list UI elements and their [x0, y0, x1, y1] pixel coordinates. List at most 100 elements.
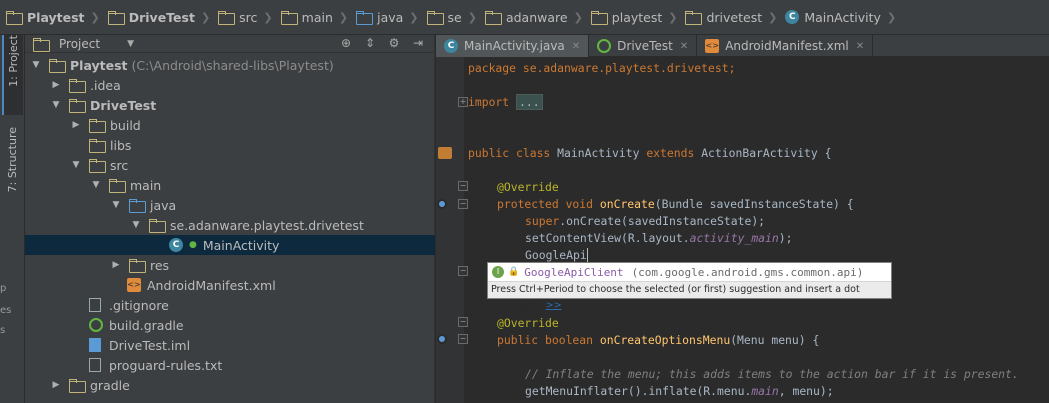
text-cursor — [586, 248, 588, 262]
chevron-down-icon[interactable]: ▼ — [127, 39, 134, 49]
override-method-icon[interactable] — [437, 199, 447, 209]
code-line: package se.adanware.playtest.drivetest; — [468, 60, 735, 77]
code-line: public boolean onCreateOptionsMenu(Menu … — [497, 333, 820, 347]
close-icon[interactable]: ✕ — [572, 41, 580, 52]
breadcrumb-playtest-pkg[interactable]: playtest ❯ — [590, 7, 686, 27]
folder-icon — [69, 79, 86, 93]
tree-item-build[interactable]: ▶ build — [25, 115, 435, 135]
breadcrumb-drivetest-pkg[interactable]: drivetest ❯ — [685, 7, 785, 27]
tree-item-idea[interactable]: ▶ .idea — [25, 75, 435, 95]
code-text: package se.adanware.playtest.drivetest; — [468, 61, 736, 75]
folder-icon — [89, 139, 106, 153]
breadcrumb-java[interactable]: java ❯ — [356, 7, 426, 27]
gradle-icon — [597, 39, 612, 53]
tree-item-gradle[interactable]: ▶ gradle — [25, 375, 435, 395]
tree-item-mainactivity[interactable]: C ● MainActivity — [25, 235, 435, 255]
breadcrumb-playtest[interactable]: Playtest ❯ — [6, 7, 108, 27]
breadcrumb-drivetest[interactable]: DriveTest ❯ — [107, 7, 218, 27]
tab-mainactivity-java[interactable]: C MainActivity.java ✕ — [436, 35, 590, 57]
expanded-arrow-icon[interactable]: ▼ — [89, 180, 103, 190]
tree-item-manifest[interactable]: <> AndroidManifest.xml — [25, 275, 435, 295]
tree-item-libs[interactable]: libs — [25, 135, 435, 155]
project-view-selector[interactable]: Project — [59, 37, 100, 51]
tree-item-proguard[interactable]: proguard-rules.txt — [25, 355, 435, 375]
lock-icon: 🔒 — [508, 267, 520, 277]
tree-item-root[interactable]: ▼ Playtest (C:\Android\shared-libs\Playte… — [25, 55, 435, 75]
module-file-icon — [89, 338, 101, 352]
editor-gutter — [436, 57, 464, 403]
tree-item-main[interactable]: ▼ main — [25, 175, 435, 195]
package-icon — [484, 11, 502, 25]
tree-item-src[interactable]: ▼ src — [25, 155, 435, 175]
tab-drivetest[interactable]: DriveTest ✕ — [589, 35, 698, 57]
breadcrumb-mainactivity[interactable]: C MainActivity ❯ — [785, 7, 904, 27]
tree-item-res[interactable]: ▶ res — [25, 255, 435, 275]
editor-tab-bar: C MainActivity.java ✕ DriveTest ✕ <> Android… — [436, 35, 1049, 57]
folder-icon — [109, 179, 126, 193]
expanded-arrow-icon[interactable]: ▼ — [49, 100, 63, 110]
code-editor[interactable]: package se.adanware.playtest.drivetest; … — [464, 57, 1049, 403]
breadcrumb-adanware[interactable]: adanware ❯ — [484, 7, 591, 27]
code-line: @Override — [497, 316, 559, 330]
tree-item-iml[interactable]: DriveTest.iml — [25, 335, 435, 355]
project-panel-header: Project ▼ ⊕ ⇕ ⚙ ⇥ — [25, 35, 434, 53]
text-file-icon — [89, 358, 101, 372]
expanded-arrow-icon[interactable]: ▼ — [69, 160, 83, 170]
close-icon[interactable]: ✕ — [856, 41, 864, 52]
code-line: public class MainActivity extends Action… — [468, 146, 832, 160]
breadcrumb-main[interactable]: main ❯ — [280, 7, 356, 27]
chevron-right-icon: ❯ — [886, 10, 897, 24]
expanded-arrow-icon[interactable]: ▼ — [109, 200, 123, 210]
collapsed-arrow-icon[interactable]: ▶ — [49, 80, 63, 90]
tree-item-java[interactable]: ▼ java — [25, 195, 435, 215]
completion-item[interactable]: I 🔒 GoogleApiClient (com.google.android.… — [488, 263, 891, 282]
breadcrumb-se[interactable]: se ❯ — [426, 7, 485, 27]
tab-androidmanifest[interactable]: <> AndroidManifest.xml ✕ — [697, 35, 874, 57]
tree-item-package[interactable]: ▼ se.adanware.playtest.drivetest — [25, 215, 435, 235]
completion-hint: Press Ctrl+Period to choose the selected… — [491, 284, 860, 311]
breadcrumb-src[interactable]: src ❯ — [218, 7, 280, 27]
chevron-right-icon: ❯ — [467, 10, 477, 24]
folded-imports[interactable]: ... — [516, 94, 543, 110]
project-tree: ▼ Playtest (C:\Android\shared-libs\Playte… — [25, 55, 435, 395]
project-view-icon — [33, 37, 50, 52]
collapsed-arrow-icon[interactable]: ▶ — [109, 260, 123, 270]
class-icon: C — [444, 39, 458, 53]
expanded-arrow-icon[interactable]: ▼ — [129, 220, 143, 230]
tree-item-gitignore[interactable]: .gitignore — [25, 295, 435, 315]
chevron-right-icon: ❯ — [90, 10, 100, 24]
package-icon — [590, 11, 608, 25]
tree-item-drivetest[interactable]: ▼ DriveTest — [25, 95, 435, 115]
activity-class-icon[interactable] — [438, 147, 452, 159]
package-icon — [685, 11, 703, 25]
class-icon: C — [785, 10, 800, 24]
chevron-right-icon: ❯ — [768, 10, 778, 24]
chevron-right-icon: ❯ — [338, 10, 349, 24]
tree-item-build-gradle[interactable]: build.gradle — [25, 315, 435, 335]
override-method-icon[interactable] — [437, 334, 447, 344]
scroll-from-source-icon[interactable]: ⊕ — [338, 36, 354, 50]
package-icon — [149, 219, 166, 233]
resource-folder-icon — [129, 259, 146, 273]
folder-icon — [107, 11, 125, 25]
structure-tool-tab[interactable]: 7: Structure — [2, 127, 23, 207]
navigation-bar: Playtest ❯ DriveTest ❯ src ❯ main ❯ java ❯ se… — [0, 0, 1049, 35]
project-tool-tab[interactable]: 1: Project — [2, 35, 23, 115]
hide-panel-icon[interactable]: ⇥ — [410, 36, 426, 50]
close-icon[interactable]: ✕ — [680, 41, 688, 52]
folder-icon — [89, 119, 106, 133]
code-completion-popup: I 🔒 GoogleApiClient (com.google.android.… — [487, 262, 892, 311]
interface-icon: I — [492, 266, 504, 278]
source-folder-icon — [356, 11, 374, 25]
folder-icon — [69, 379, 86, 393]
collapsed-arrow-icon[interactable]: ▶ — [69, 120, 83, 130]
collapse-all-icon[interactable]: ⇕ — [362, 36, 378, 50]
lock-icon: ● — [189, 240, 197, 250]
gear-icon[interactable]: ⚙ — [386, 36, 402, 50]
expanded-arrow-icon[interactable]: ▼ — [29, 60, 43, 70]
code-line: import ... — [468, 94, 543, 111]
collapsed-arrow-icon[interactable]: ▶ — [49, 380, 63, 390]
code-line: @Override — [497, 180, 559, 194]
folder-icon — [6, 11, 23, 25]
hint-more-link[interactable]: >> — [546, 300, 562, 311]
